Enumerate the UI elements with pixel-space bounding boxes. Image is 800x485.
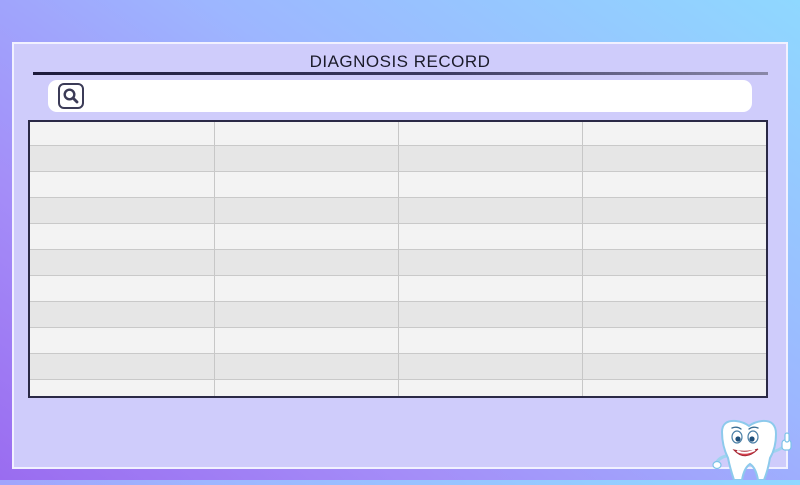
table-cell xyxy=(214,122,399,146)
table-cell xyxy=(30,197,215,224)
table-cell xyxy=(214,249,399,276)
table-cell xyxy=(214,275,399,302)
table-row[interactable] xyxy=(30,122,766,146)
table-cell xyxy=(30,249,215,276)
table-row[interactable] xyxy=(30,197,766,224)
table-cell xyxy=(582,353,766,380)
page-title: DIAGNOSIS RECORD xyxy=(309,52,491,71)
table-cell xyxy=(582,197,766,224)
table-row[interactable] xyxy=(30,379,766,396)
table-cell xyxy=(30,301,215,328)
diagnosis-table xyxy=(28,120,768,398)
table-cell xyxy=(398,301,583,328)
table-cell xyxy=(30,223,215,250)
table-row[interactable] xyxy=(30,145,766,172)
table-row[interactable] xyxy=(30,353,766,380)
table-cell xyxy=(582,223,766,250)
table-cell xyxy=(398,197,583,224)
table-cell xyxy=(582,379,766,396)
table-cell xyxy=(398,275,583,302)
table-cell xyxy=(30,353,215,380)
table-cell xyxy=(30,171,215,198)
table-cell xyxy=(582,122,766,146)
table-cell xyxy=(582,171,766,198)
table-cell xyxy=(214,223,399,250)
table-cell xyxy=(398,379,583,396)
table-cell xyxy=(214,353,399,380)
search-bar xyxy=(48,80,752,112)
table-cell xyxy=(30,275,215,302)
table-cell xyxy=(582,301,766,328)
table-cell xyxy=(214,171,399,198)
table-cell xyxy=(214,145,399,172)
table-cell xyxy=(214,327,399,354)
table-row[interactable] xyxy=(30,301,766,328)
search-button[interactable] xyxy=(58,83,84,109)
table-cell xyxy=(398,223,583,250)
table-cell xyxy=(582,145,766,172)
table-cell xyxy=(30,145,215,172)
table-cell xyxy=(30,327,215,354)
table-cell xyxy=(582,327,766,354)
table-cell xyxy=(582,249,766,276)
tooth-mascot-icon xyxy=(712,418,800,481)
table-cell xyxy=(398,249,583,276)
title-divider xyxy=(33,72,768,75)
table-cell xyxy=(30,379,215,396)
table-cell xyxy=(214,301,399,328)
table-cell xyxy=(582,275,766,302)
table-cell xyxy=(398,327,583,354)
table-cell xyxy=(214,379,399,396)
search-input[interactable] xyxy=(94,84,748,110)
table-row[interactable] xyxy=(30,275,766,302)
diagnosis-record-panel: DIAGNOSIS RECORD xyxy=(12,42,788,469)
table-cell xyxy=(398,171,583,198)
table-row[interactable] xyxy=(30,327,766,354)
table-cell xyxy=(30,122,215,146)
table-body xyxy=(30,122,766,396)
table-cell xyxy=(398,353,583,380)
table-cell xyxy=(214,197,399,224)
table-row[interactable] xyxy=(30,171,766,198)
table-cell xyxy=(398,122,583,146)
table-row[interactable] xyxy=(30,249,766,276)
table-row[interactable] xyxy=(30,223,766,250)
table-cell xyxy=(398,145,583,172)
